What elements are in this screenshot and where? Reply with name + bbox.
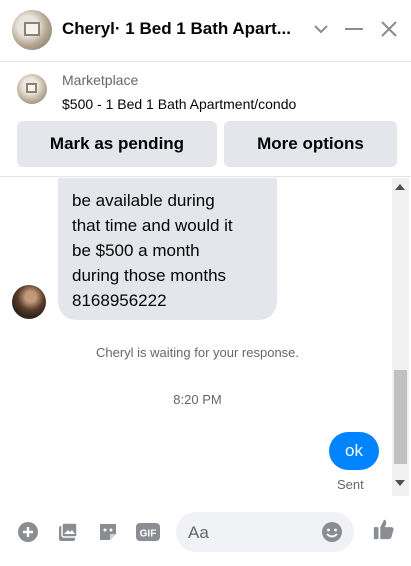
gif-icon[interactable]: GIF — [136, 520, 160, 544]
listing-title[interactable]: $500 - 1 Bed 1 Bath Apartment/condo — [62, 96, 296, 112]
sender-avatar[interactable] — [12, 285, 46, 319]
marketplace-listing: Marketplace $500 - 1 Bed 1 Bath Apartmen… — [0, 62, 411, 177]
mark-as-pending-button[interactable]: Mark as pending — [17, 121, 217, 167]
contact-avatar[interactable] — [12, 10, 52, 50]
chat-window: Cheryl· 1 Bed 1 Bath Apart... Marketplac… — [0, 0, 411, 566]
marketplace-label: Marketplace — [62, 72, 139, 88]
chevron-down-icon[interactable] — [306, 14, 336, 44]
message-input[interactable]: Aa — [176, 512, 354, 552]
emoji-icon[interactable] — [320, 520, 344, 544]
scrollbar-thumb[interactable] — [394, 370, 407, 464]
message-input-placeholder: Aa — [188, 523, 209, 542]
scroll-down-arrow-icon[interactable] — [395, 480, 405, 486]
incoming-message-text: be available during that time and would … — [72, 191, 233, 310]
listing-thumbnail[interactable] — [17, 74, 47, 104]
incoming-message: be available during that time and would … — [58, 178, 277, 320]
message-composer: GIF Aa — [0, 500, 411, 566]
more-options-button[interactable]: More options — [224, 121, 397, 167]
minimize-icon[interactable] — [339, 14, 369, 44]
waiting-status: Cheryl is waiting for your response. — [95, 345, 300, 360]
chat-title[interactable]: Cheryl· 1 Bed 1 Bath Apart... — [62, 19, 300, 39]
plus-icon[interactable] — [16, 520, 40, 544]
image-icon[interactable] — [56, 520, 80, 544]
thumbs-up-icon[interactable] — [372, 517, 396, 541]
svg-text:GIF: GIF — [140, 529, 157, 540]
message-thread[interactable]: be available during that time and would … — [0, 178, 411, 496]
close-icon[interactable] — [374, 14, 404, 44]
message-timestamp: 8:20 PM — [173, 392, 222, 407]
sticker-icon[interactable] — [96, 520, 120, 544]
thread-scrollbar[interactable] — [392, 178, 409, 496]
chat-header[interactable]: Cheryl· 1 Bed 1 Bath Apart... — [0, 0, 411, 62]
sent-status: Sent — [337, 477, 364, 492]
outgoing-message: ok — [329, 432, 379, 470]
scroll-up-arrow-icon[interactable] — [395, 184, 405, 190]
